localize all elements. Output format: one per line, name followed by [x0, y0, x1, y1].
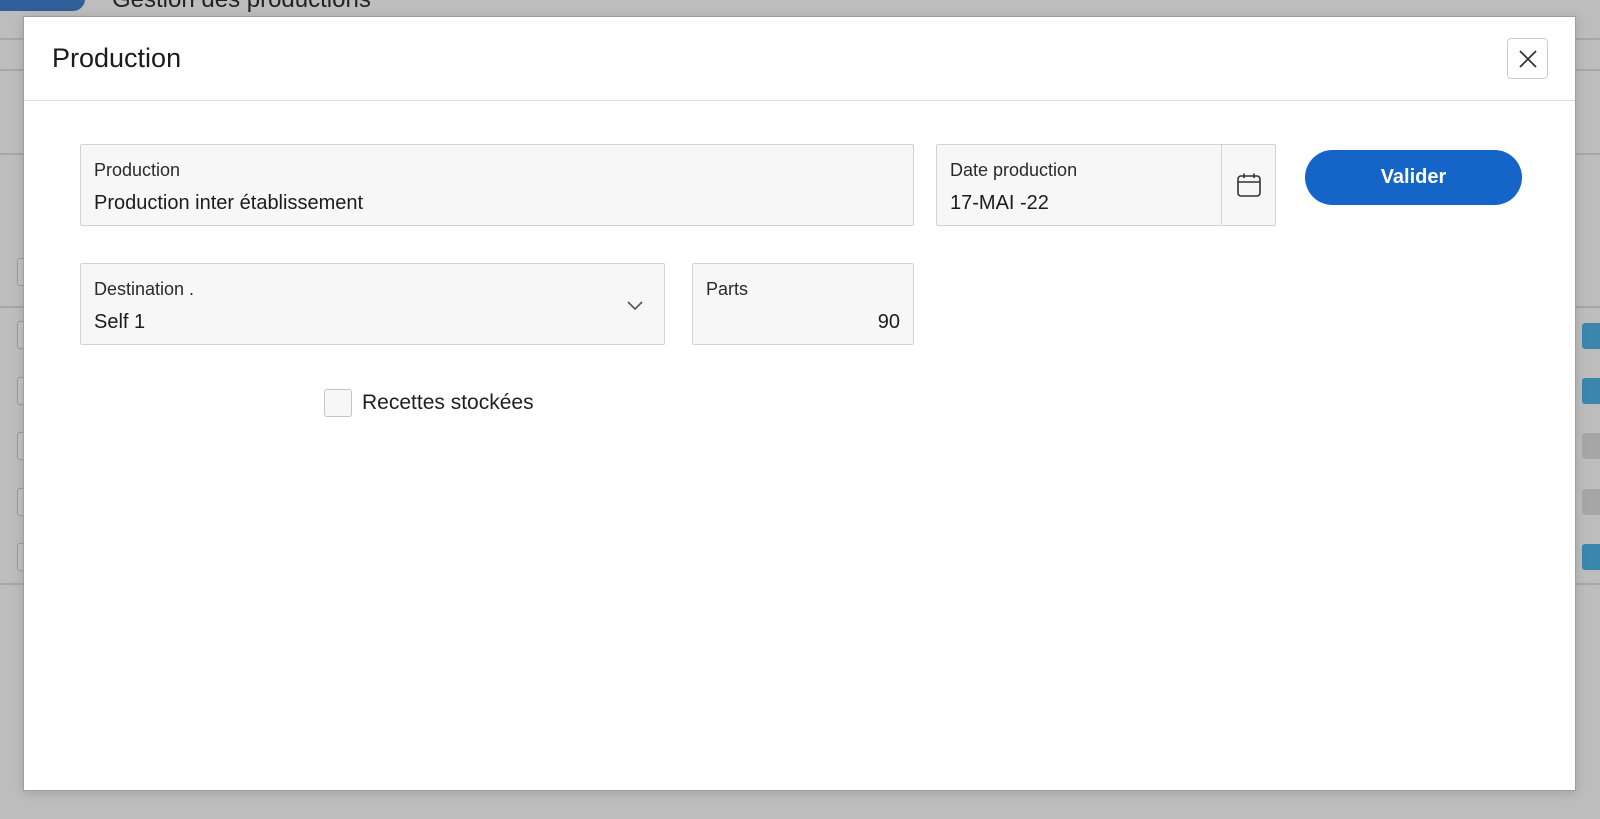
production-field[interactable]: Production Production inter établissemen… [80, 144, 914, 226]
recettes-stockees-label: Recettes stockées [362, 391, 534, 414]
chevron-down-icon [627, 301, 643, 311]
close-button[interactable] [1507, 38, 1548, 79]
production-value: Production inter établissement [94, 192, 364, 214]
destination-value: Self 1 [94, 311, 146, 333]
dialog-title: Production [52, 43, 182, 73]
recettes-stockees-checkbox[interactable] [324, 389, 352, 417]
date-production-label: Date production [950, 160, 1078, 180]
production-dialog: Production Production Production inter é… [23, 16, 1576, 791]
destination-label: Destination . [94, 279, 195, 299]
background-status-chip [1582, 489, 1600, 515]
background-page-title: Gestion des productions [112, 0, 371, 14]
recettes-stockees-row[interactable]: Recettes stockées [324, 389, 534, 417]
parts-field[interactable]: Parts 90 [692, 263, 914, 345]
production-label: Production [94, 160, 181, 180]
parts-value: 90 [877, 311, 900, 333]
background-status-chip [1582, 378, 1600, 404]
calendar-icon [1236, 173, 1261, 197]
calendar-button[interactable] [1221, 145, 1275, 225]
background-status-chip [1582, 433, 1600, 459]
date-production-field[interactable]: Date production 17-MAI -22 [936, 144, 1276, 226]
date-production-value: 17-MAI -22 [950, 192, 1049, 214]
background-header-button [0, 0, 85, 11]
background-status-chip [1582, 544, 1600, 570]
valider-button[interactable]: Valider [1305, 150, 1522, 205]
close-icon [1518, 49, 1537, 68]
destination-select[interactable]: Destination . Self 1 [80, 263, 665, 345]
background-status-chip [1582, 323, 1600, 349]
parts-label: Parts [706, 279, 749, 299]
dialog-header: Production [24, 17, 1575, 101]
